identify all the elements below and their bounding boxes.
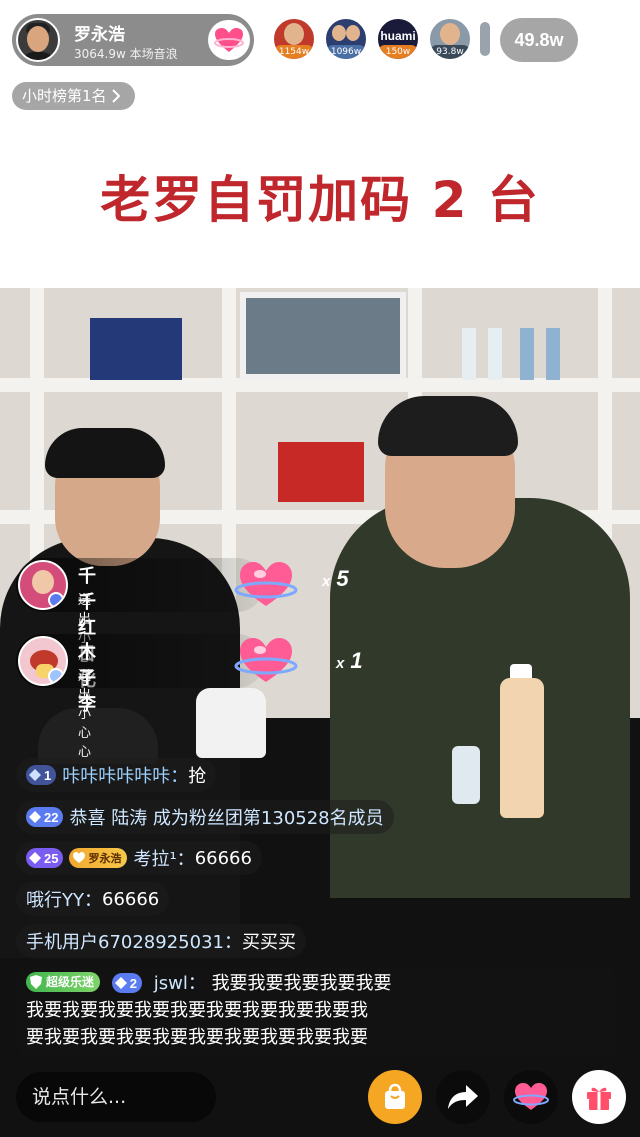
chat-message[interactable]: 22 恭喜 陆涛 成为粉丝团第130528名成员 — [16, 800, 394, 834]
heart-gift-icon — [234, 638, 298, 682]
audience-count[interactable]: 49.8w — [500, 18, 578, 62]
chevron-right-icon — [111, 89, 120, 103]
banner-title: 老罗自罚加码 2 台 — [100, 171, 540, 229]
level-badge: 22 — [26, 807, 64, 827]
shop-button[interactable] — [368, 1070, 422, 1124]
chat-text: 恭喜 陆涛 成为粉丝团第130528名成员 — [69, 808, 384, 829]
level-badge: 1 — [26, 765, 57, 785]
follow-button[interactable] — [208, 20, 250, 60]
shopping-bag-icon — [385, 1083, 405, 1109]
chat-message[interactable]: 25 罗永浩 考拉¹： 66666 — [16, 841, 262, 875]
chat-message[interactable]: 1 咔咔咔咔咔咔： 抢 — [16, 758, 217, 792]
top-viewer-1[interactable]: 1154w — [272, 17, 316, 61]
anchor-avatar[interactable] — [16, 18, 60, 62]
chat-username[interactable]: 哦行YY： — [26, 886, 102, 912]
anchor-name: 罗永浩 — [74, 25, 125, 45]
hourly-rank-pill[interactable]: 小时榜第1名 — [12, 82, 135, 110]
viewer-badge: 1154w — [274, 45, 314, 59]
gifter-avatar[interactable] — [18, 560, 68, 610]
close-button[interactable] — [590, 18, 630, 58]
like-button[interactable] — [504, 1070, 558, 1124]
share-arrow-icon — [448, 1085, 478, 1109]
anchor-stat: 3064.9w 本场音浪 — [74, 47, 178, 61]
chat-text-line: 我要我要我要我要我要我要我要我要我要我 — [26, 1000, 368, 1021]
diamond-icon — [29, 769, 41, 781]
rank-label: 小时榜第1名 — [22, 87, 107, 105]
chat-text: 66666 — [194, 847, 252, 869]
viewer-badge: 93.8w — [430, 45, 470, 59]
viewer-badge: 150w — [378, 45, 418, 59]
comment-input[interactable]: 说点什么... — [16, 1072, 216, 1122]
gift-count: x5 — [322, 566, 349, 591]
diamond-icon — [29, 852, 41, 864]
gift-button[interactable] — [572, 1070, 626, 1124]
level-badge: 2 — [111, 973, 142, 993]
top-viewer-2[interactable]: 1096w — [324, 17, 368, 61]
gifter-avatar[interactable] — [18, 636, 68, 686]
shield-icon — [30, 975, 42, 989]
super-fan-badge: 超级乐迷 — [26, 972, 101, 992]
chat-username[interactable]: 咔咔咔咔咔咔： — [62, 762, 188, 788]
viewer-logo-text: huami — [380, 29, 416, 43]
top-viewer-4[interactable]: 93.8w — [428, 17, 472, 61]
chat-text: 买买买 — [241, 932, 296, 953]
top-viewer-3[interactable]: huami 150w — [376, 17, 420, 61]
chat-text-line: 要我要我要我要我要我要我要我要我要我要 — [26, 1027, 368, 1048]
diamond-icon — [114, 977, 127, 989]
diamond-icon — [29, 811, 41, 823]
chat-message[interactable]: 超级乐迷 2 jswl： 我要我要我要我要我要 我要我要我要我要我要我要我要我要… — [16, 966, 616, 1057]
chat-message[interactable]: 手机用户67028925031： 买买买 — [16, 924, 306, 958]
share-button[interactable] — [436, 1070, 490, 1124]
close-icon — [598, 26, 622, 50]
chat-text: 抢 — [188, 766, 207, 787]
heart-gift-icon — [234, 562, 298, 606]
gift-icon — [587, 1087, 611, 1110]
chat-username[interactable]: jswl： — [154, 973, 206, 994]
chat-username[interactable]: 考拉¹： — [133, 845, 194, 871]
chat-message[interactable]: 哦行YY： 66666 — [16, 882, 170, 916]
gift-count: x1 — [336, 648, 363, 673]
heart-icon — [214, 28, 244, 52]
level-badge: 25 — [26, 848, 64, 868]
chat-text: 66666 — [102, 888, 160, 910]
viewer-badge: 1096w — [326, 45, 366, 59]
anchor-card[interactable]: 罗永浩 3064.9w 本场音浪 — [12, 14, 254, 66]
chat-username[interactable]: 手机用户67028925031： — [26, 928, 242, 954]
gift-action: 送出小心心 — [78, 669, 92, 760]
heart-icon — [513, 1083, 549, 1110]
heart-icon — [73, 852, 86, 863]
chat-text-line: 我要我要我要我要我要 — [211, 973, 392, 994]
fan-club-badge: 罗永浩 — [69, 848, 128, 868]
